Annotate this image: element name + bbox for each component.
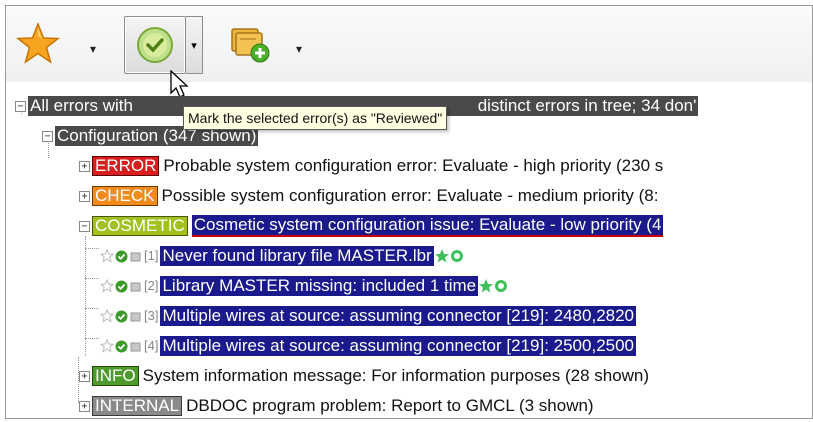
category-row-internal[interactable]: + INTERNAL DBDOC program problem: Report… bbox=[79, 394, 594, 418]
item-flags bbox=[100, 309, 142, 323]
reviewed-check-icon[interactable] bbox=[115, 250, 128, 263]
severity-badge-cosmetic: COSMETIC bbox=[92, 216, 188, 236]
add-comment-dropdown[interactable]: ▾ bbox=[296, 42, 302, 56]
comment-package-icon[interactable] bbox=[129, 280, 142, 293]
item-flags bbox=[100, 279, 142, 293]
add-comment-button[interactable] bbox=[226, 16, 274, 72]
category-text: Possible system configuration error: Eva… bbox=[161, 186, 659, 205]
root-label-start: All errors with bbox=[30, 96, 138, 115]
package-add-icon bbox=[231, 28, 270, 63]
severity-badge-internal: INTERNAL bbox=[92, 396, 183, 416]
category-row-error[interactable]: + ERROR Probable system configuration er… bbox=[79, 154, 663, 178]
star-dropdown[interactable]: ▾ bbox=[90, 42, 96, 56]
collapse-toggle[interactable]: − bbox=[79, 220, 90, 232]
error-item-1[interactable]: [1] Never found library file MASTER.lbr bbox=[100, 244, 464, 268]
item-flags bbox=[100, 339, 142, 353]
error-tree: − All errors with distinct errors in tre… bbox=[6, 82, 812, 418]
dropdown-glyph: ▾ bbox=[191, 39, 197, 52]
reviewed-check-icon[interactable] bbox=[115, 340, 128, 353]
item-index: [4] bbox=[144, 338, 159, 353]
error-item-2[interactable]: [2] Library MASTER missing: included 1 t… bbox=[100, 274, 508, 298]
category-text: DBDOC program problem: Report to GMCL (3… bbox=[186, 396, 594, 415]
category-text: Probable system configuration error: Eva… bbox=[163, 156, 664, 175]
reviewed-icon bbox=[450, 250, 463, 262]
star-outline-icon[interactable] bbox=[100, 339, 114, 353]
expand-toggle[interactable]: + bbox=[79, 160, 90, 172]
star-outline-icon[interactable] bbox=[100, 249, 114, 263]
item-text: Multiple wires at source: assuming conne… bbox=[160, 306, 637, 326]
star-outline-icon[interactable] bbox=[100, 279, 114, 293]
error-item-4[interactable]: [4] Multiple wires at source: assuming c… bbox=[100, 334, 637, 358]
severity-badge-error: ERROR bbox=[92, 156, 160, 176]
item-index: [1] bbox=[144, 248, 159, 263]
category-row-cosmetic[interactable]: − COSMETIC Cosmetic system configuration… bbox=[79, 214, 664, 238]
item-index: [2] bbox=[144, 278, 159, 293]
comment-package-icon[interactable] bbox=[129, 340, 142, 353]
mark-reviewed-button[interactable] bbox=[124, 16, 186, 74]
item-flags bbox=[100, 249, 142, 263]
error-item-3[interactable]: [3] Multiple wires at source: assuming c… bbox=[100, 304, 637, 328]
category-row-info[interactable]: + INFO System information message: For i… bbox=[79, 364, 649, 388]
collapse-toggle[interactable]: − bbox=[15, 100, 26, 112]
expand-toggle[interactable]: + bbox=[79, 190, 90, 202]
starred-icon bbox=[479, 279, 494, 293]
root-label-tail: distinct errors in tree; 34 don' bbox=[477, 96, 697, 115]
item-text: Library MASTER missing: included 1 time bbox=[160, 276, 479, 296]
item-text: Never found library file MASTER.lbr bbox=[160, 246, 434, 266]
check-circle-icon bbox=[137, 27, 173, 63]
reviewed-check-icon[interactable] bbox=[115, 310, 128, 323]
category-text: System information message: For informat… bbox=[142, 366, 650, 385]
item-text: Multiple wires at source: assuming conne… bbox=[160, 336, 637, 356]
reviewed-icon bbox=[495, 280, 508, 292]
toolbar: ▾ ▾ ▾ bbox=[6, 6, 812, 82]
expand-toggle[interactable]: + bbox=[79, 400, 90, 412]
item-index: [3] bbox=[144, 308, 159, 323]
starred-icon bbox=[434, 249, 449, 263]
reviewed-check-icon[interactable] bbox=[115, 280, 128, 293]
reviewed-dropdown[interactable]: ▾ bbox=[186, 16, 203, 74]
severity-badge-info: INFO bbox=[92, 366, 139, 386]
category-text-selected: Cosmetic system configuration issue: Eva… bbox=[191, 215, 664, 237]
collapse-toggle[interactable]: − bbox=[42, 130, 53, 142]
expand-toggle[interactable]: + bbox=[79, 370, 90, 382]
error-tree-window: ▾ ▾ ▾ − All errors with distinct errors … bbox=[5, 5, 813, 419]
reviewed-tooltip: Mark the selected error(s) as "Reviewed" bbox=[183, 106, 448, 130]
severity-badge-check: CHECK bbox=[92, 186, 158, 206]
star-icon bbox=[15, 21, 61, 64]
comment-package-icon[interactable] bbox=[129, 310, 142, 323]
star-outline-icon[interactable] bbox=[100, 309, 114, 323]
star-button[interactable] bbox=[14, 16, 62, 72]
comment-package-icon[interactable] bbox=[129, 250, 142, 263]
category-row-check[interactable]: + CHECK Possible system configuration er… bbox=[79, 184, 658, 208]
